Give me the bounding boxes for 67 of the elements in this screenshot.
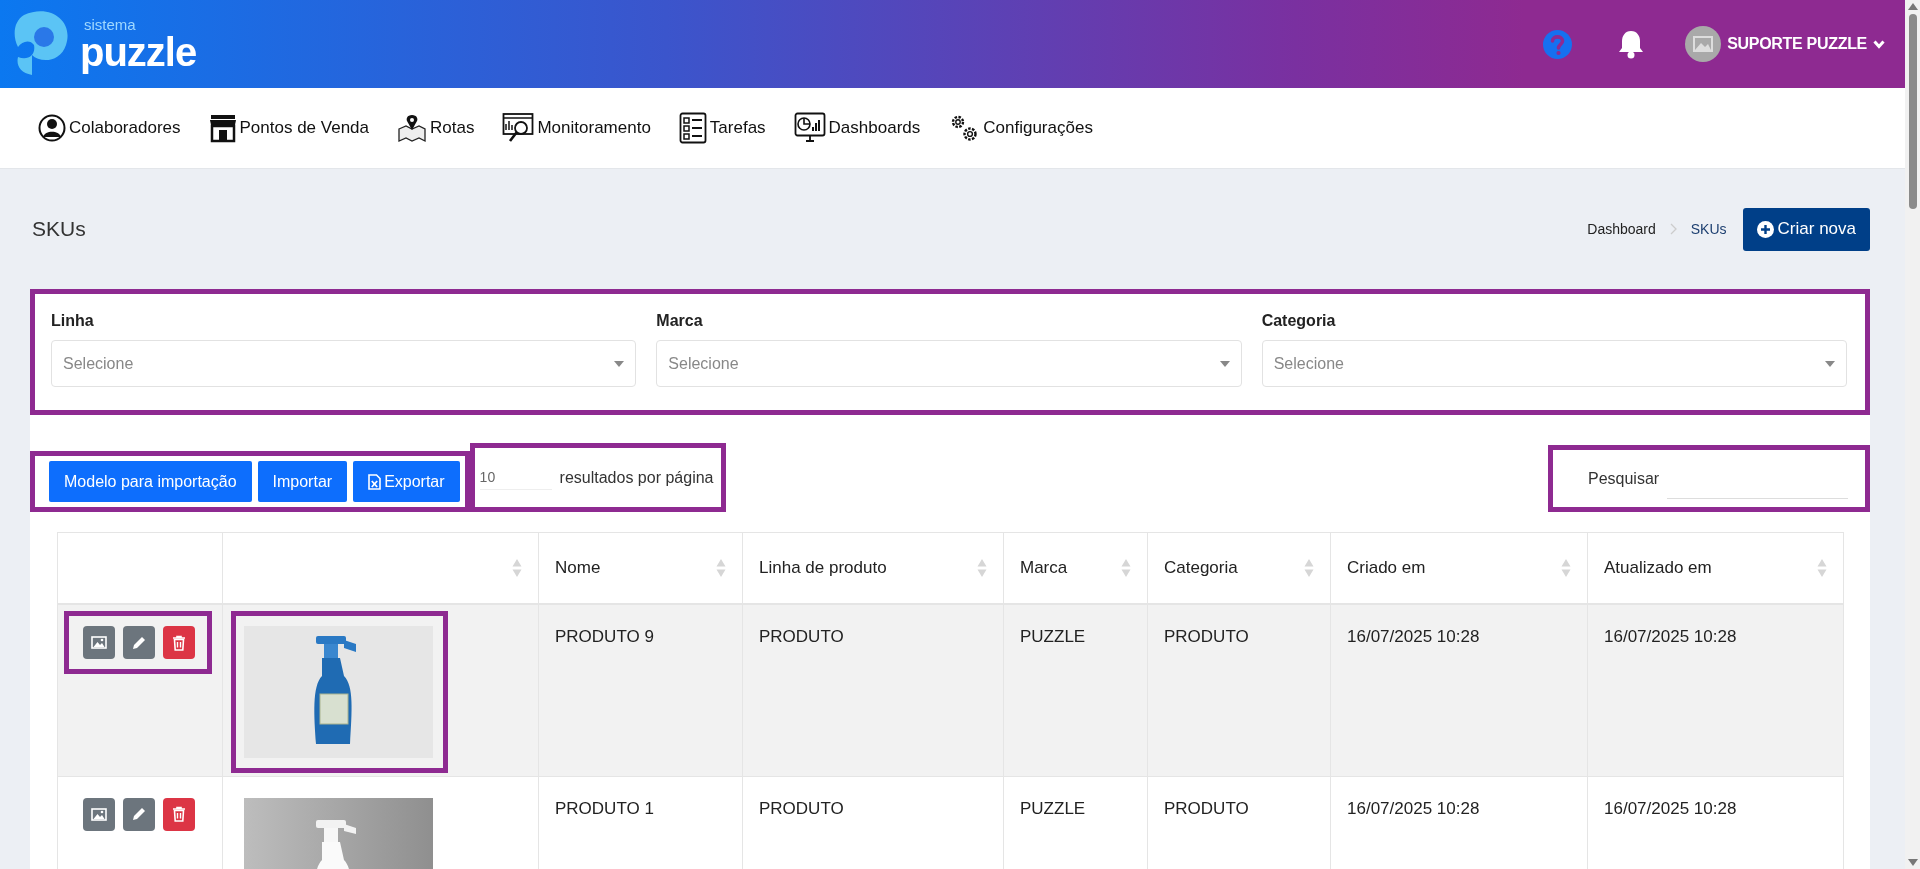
nav-link[interactable]: Tarefas <box>678 112 766 144</box>
pencil-icon <box>131 634 147 651</box>
delete-button[interactable] <box>163 626 195 659</box>
filter-label: Linha <box>51 312 95 330</box>
toolbar-button[interactable]: Modelo para importação <box>49 461 252 502</box>
table-cell: 16/07/2025 10:28 <box>1587 604 1844 776</box>
create-button[interactable]: Criar nova <box>1742 207 1870 251</box>
page-title: SKUs <box>32 217 87 241</box>
table-cell: PRODUTO <box>1147 604 1331 776</box>
select-field[interactable]: Selecione <box>656 340 1242 387</box>
nav-link[interactable]: Colaboradores <box>38 113 181 143</box>
select-field[interactable]: Selecione <box>51 340 637 387</box>
trash-icon <box>172 806 186 822</box>
breadcrumb-link[interactable]: Dashboard <box>1587 221 1656 237</box>
map-icon <box>397 113 428 143</box>
column-title: Linha de produto <box>759 558 887 578</box>
user-name[interactable]: SUPORTE PUZZLE <box>1727 35 1867 53</box>
store-icon <box>208 113 237 143</box>
dashboard-icon <box>793 112 826 144</box>
chevron-down-icon[interactable] <box>1873 39 1885 49</box>
table-cell: PRODUTO <box>742 604 1004 776</box>
plus-circle-icon <box>1756 220 1774 238</box>
trash-icon <box>172 634 186 651</box>
filter-label: Categoria <box>1261 312 1337 330</box>
select-field[interactable]: Selecione <box>1261 340 1847 387</box>
image-button[interactable] <box>83 797 115 831</box>
table-cell: PUZZLE <box>1003 604 1148 776</box>
monitor-icon <box>502 112 535 144</box>
column-title: Nome <box>555 558 601 578</box>
tasks-icon <box>678 112 707 144</box>
nav-link[interactable]: Dashboards <box>793 112 921 144</box>
scroll-up-icon[interactable] <box>1907 3 1918 10</box>
edit-button[interactable] <box>123 626 155 659</box>
column-title: Atualizado em <box>1604 558 1712 578</box>
caret-icon <box>1219 360 1230 367</box>
nav-link[interactable]: Rotas <box>397 113 475 143</box>
logo-subtitle: sistema <box>84 16 137 32</box>
nav-link[interactable]: Pontos de Venda <box>208 113 370 143</box>
column-title: Marca <box>1020 558 1068 578</box>
column-title: Categoria <box>1164 558 1238 578</box>
breadcrumb-link[interactable]: SKUs <box>1690 221 1727 237</box>
excel-file-icon <box>368 473 382 490</box>
caret-icon <box>614 360 625 367</box>
page-size-label: resultados por página <box>559 468 714 487</box>
scroll-down-icon[interactable] <box>1907 859 1918 866</box>
search-label: Pesquisar <box>1588 469 1660 488</box>
scrollbar-thumb[interactable] <box>1908 14 1917 209</box>
image-icon <box>91 807 107 821</box>
caret-icon <box>1825 360 1835 367</box>
delete-button[interactable] <box>163 797 195 831</box>
nav-link[interactable]: Monitoramento <box>502 112 651 144</box>
image-button[interactable] <box>83 626 115 659</box>
table-cell: 16/07/2025 10:28 <box>1330 604 1588 776</box>
person-icon <box>38 113 66 143</box>
nav-link[interactable]: Configurações <box>948 112 1093 144</box>
edit-button[interactable] <box>123 797 155 831</box>
export-button[interactable]: Exportar <box>353 461 460 502</box>
pencil-icon <box>131 806 147 822</box>
avatar-icon[interactable] <box>1685 26 1722 62</box>
logo-text: puzzle <box>80 31 197 72</box>
chevron-right-icon <box>1669 223 1677 235</box>
toolbar-button[interactable]: Importar <box>257 461 348 502</box>
notification-bell-icon[interactable] <box>1617 29 1646 59</box>
filter-label: Marca <box>656 312 704 330</box>
table-cell: PRODUTO 9 <box>538 604 743 776</box>
image-icon <box>91 636 107 649</box>
column-title: Criado em <box>1347 558 1426 578</box>
